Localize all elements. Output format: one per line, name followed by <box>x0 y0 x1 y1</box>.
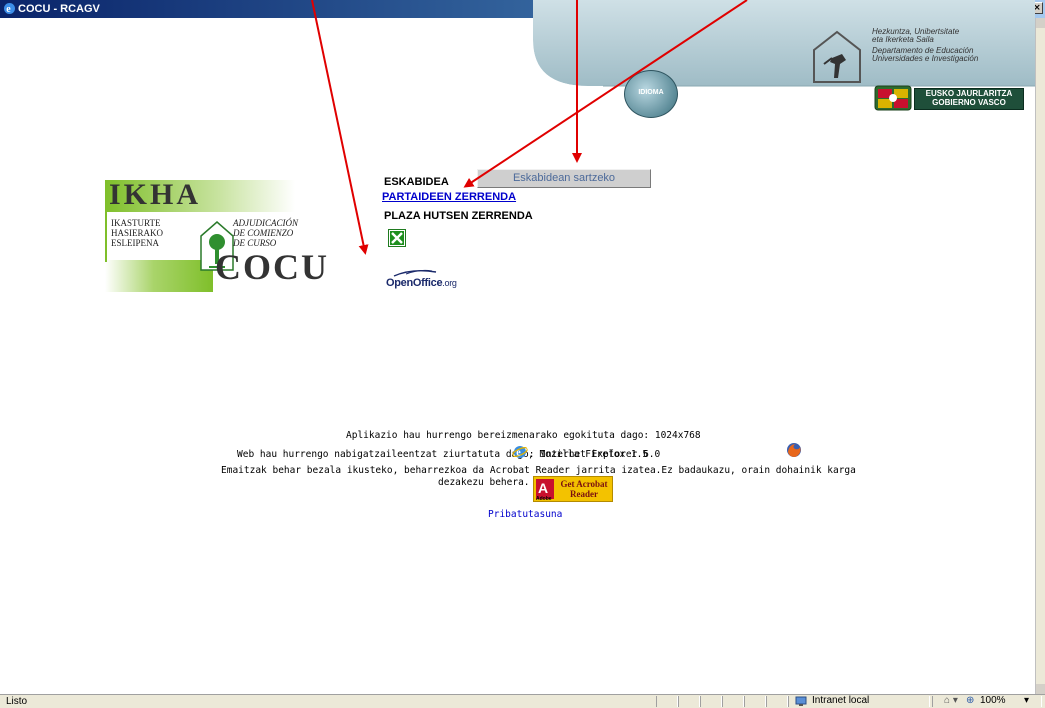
intranet-zone-icon <box>795 696 807 706</box>
logo-basque-caption: IKASTURTE HASIERAKO ESLEIPENA <box>111 218 163 248</box>
language-button[interactable]: IDIOMA <box>624 70 678 118</box>
browser-info-firefox: , Mozilla Firefox 1.5 <box>528 449 649 460</box>
logo-spanish-caption: ADJUDICACIÓN DE COMIENZO DE CURSO <box>233 218 298 248</box>
logo-line: ESLEIPENA <box>111 238 159 248</box>
partaideen-zerrenda-link[interactable]: PARTAIDEEN ZERRENDA <box>382 191 516 203</box>
government-name: EUSKO JAURLARITZA GOBIERNO VASCO <box>914 88 1024 110</box>
scroll-down-button[interactable] <box>1036 684 1045 694</box>
basque-government-logo: EUSKO JAURLARITZA GOBIERNO VASCO <box>872 83 1024 113</box>
openoffice-logo[interactable]: OpenOffice.org <box>384 268 470 294</box>
status-cell <box>700 696 722 707</box>
get-acrobat-label: Get Acrobat Reader <box>560 479 608 499</box>
get-acrobat-reader-button[interactable]: A Adobe Get Acrobat Reader <box>533 476 613 502</box>
resolution-info: Aplikazio hau hurrengo bereizmenarako eg… <box>346 430 701 441</box>
status-cell <box>656 696 678 707</box>
zoom-level[interactable]: 100% <box>980 695 1006 706</box>
ikha-cocu-logo: IKHA IKASTURTE HASIERAKO ESLEIPENA ADJUD… <box>105 178 340 292</box>
logo-cocu: COCU <box>215 247 329 287</box>
internet-explorer-logo-icon[interactable]: e <box>512 444 528 460</box>
excel-icon[interactable] <box>388 229 406 247</box>
logo-line: IKASTURTE <box>111 218 161 228</box>
vertical-scrollbar[interactable] <box>1035 18 1045 694</box>
firefox-logo-icon[interactable] <box>786 442 802 458</box>
scroll-up-button[interactable] <box>1036 18 1045 28</box>
svg-text:e: e <box>6 4 11 15</box>
svg-text:e: e <box>516 448 521 459</box>
openoffice-org: .org <box>442 278 457 288</box>
adobe-label: Adobe <box>536 496 552 502</box>
eskabidea-label: ESKABIDEA <box>384 176 449 188</box>
gov-line: EUSKO JAURLARITZA <box>925 89 1013 98</box>
logo-line: DE COMIENZO <box>233 228 294 238</box>
openoffice-name: OpenOffice <box>386 277 443 289</box>
status-bar: Listo Intranet local ⌂ ▾ ⊕ 100% ▾ <box>0 694 1045 708</box>
internet-explorer-icon: e <box>4 3 15 15</box>
dept-line: Universidades e Investigación <box>872 54 979 63</box>
window-title: COCU - RCAGV <box>18 3 100 15</box>
department-name: Hezkuntza, Unibertsitate eta Ikerketa Sa… <box>872 28 1032 63</box>
zone-label: Intranet local <box>812 695 870 706</box>
acrobat-info-line1: Emaitzak behar bezala ikusteko, beharrez… <box>221 465 856 476</box>
status-cell <box>678 696 700 707</box>
eskabidean-sartzeko-button[interactable]: Eskabidean sartzeko <box>477 169 651 188</box>
zoom-icon[interactable]: ⊕ <box>966 695 974 706</box>
status-cell <box>766 696 788 707</box>
language-button-label: IDIOMA <box>638 89 664 96</box>
logo-line: HASIERAKO <box>111 228 164 238</box>
protected-mode-icon[interactable]: ⌂ ▾ <box>944 695 958 706</box>
privacy-link[interactable]: Pribatutasuna <box>488 509 562 520</box>
page-content <box>0 18 1035 694</box>
status-text: Listo <box>6 696 28 707</box>
openoffice-text: OpenOffice.org <box>386 277 457 289</box>
dept-line: eta Ikerketa Saila <box>872 35 934 44</box>
logo-ikha: IKHA <box>109 178 202 211</box>
logo-line: ADJUDICACIÓN <box>233 218 298 228</box>
plaza-hutsen-zerrenda-label: PLAZA HUTSEN ZERRENDA <box>384 210 533 222</box>
gov-line: GOBIERNO VASCO <box>932 98 1006 107</box>
status-cell <box>722 696 744 707</box>
status-cell <box>744 696 766 707</box>
acrobat-info-line2: dezakezu behera. <box>438 477 530 488</box>
coat-of-arms-icon <box>874 85 912 111</box>
zoom-dropdown-icon[interactable]: ▾ <box>1024 695 1029 706</box>
department-crest-icon <box>813 30 861 83</box>
